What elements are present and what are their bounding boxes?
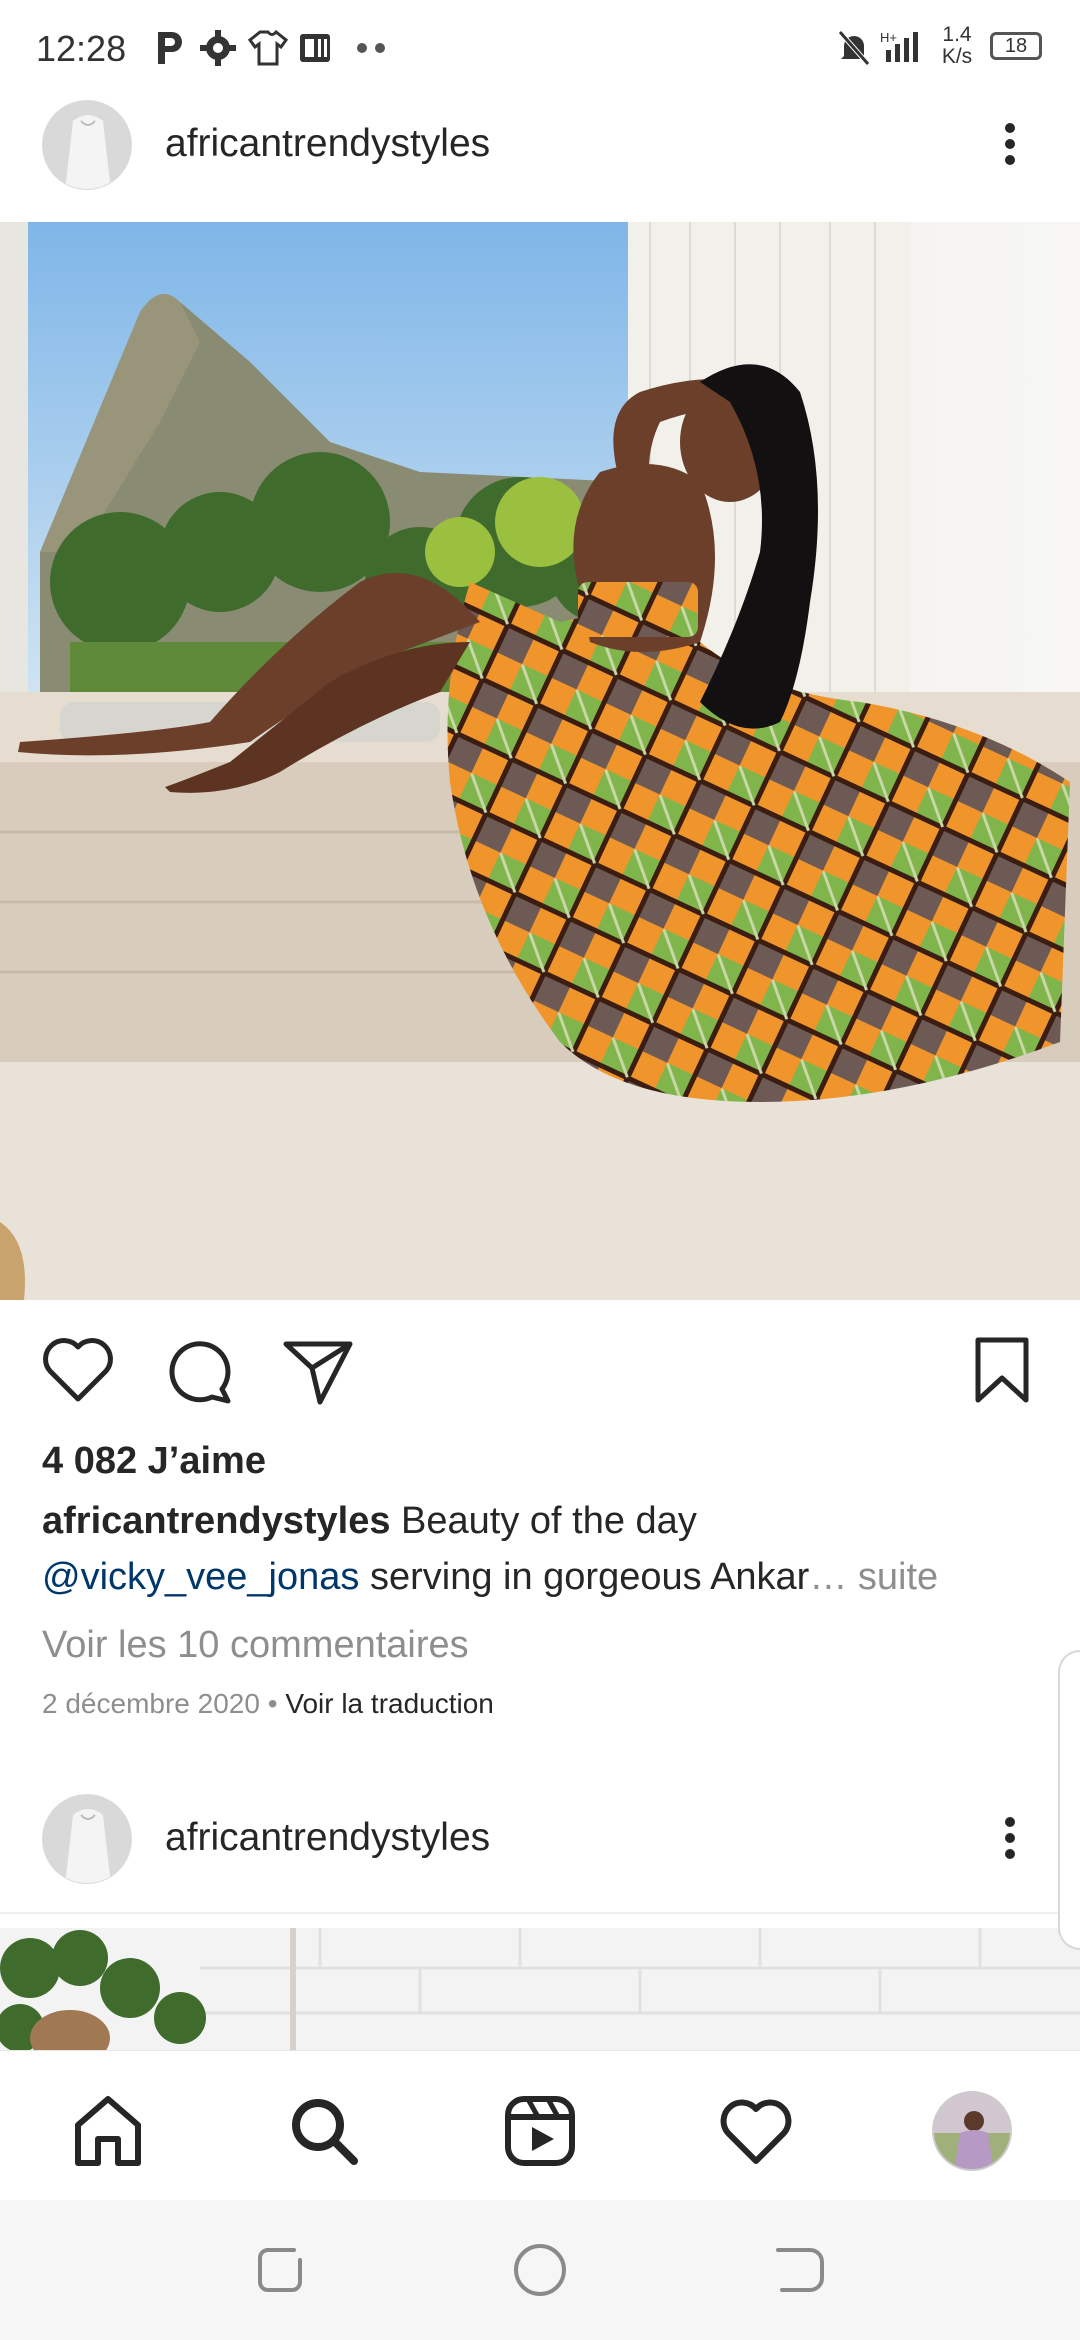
dots-icon [357, 43, 385, 53]
caption-username[interactable]: africantrendystyles [42, 1500, 391, 1542]
heart-icon[interactable] [716, 2091, 796, 2171]
reels-icon[interactable] [500, 2091, 580, 2171]
post-meta: 2 décembre 2020 • Voir la traduction [42, 1688, 494, 1720]
status-time: 12:28 [36, 28, 127, 69]
post-divider [0, 1912, 1080, 1914]
post-username[interactable]: africantrendystyles [165, 122, 490, 166]
system-nav-bar [0, 2200, 1080, 2340]
more-options-icon[interactable] [990, 118, 1030, 178]
avatar[interactable] [42, 100, 132, 190]
meta-separator: • [259, 1688, 286, 1719]
next-post-username[interactable]: africantrendystyles [165, 1816, 490, 1860]
battery-icon: 18 [990, 32, 1042, 60]
bottom-nav [0, 2050, 1080, 2200]
network-speed: 1.4 K/s [934, 24, 980, 68]
home-icon[interactable] [68, 2091, 148, 2171]
battery-level: 18 [1004, 35, 1028, 57]
bookmark-icon[interactable] [970, 1334, 1034, 1406]
post-photo[interactable] [0, 222, 1080, 1300]
avatar[interactable] [42, 1794, 132, 1884]
share-send-icon[interactable] [282, 1338, 354, 1406]
bell-muted-icon [838, 30, 870, 66]
recents-button[interactable] [250, 2240, 310, 2300]
caption-ellipsis: … [809, 1556, 848, 1598]
news-icon [300, 34, 330, 62]
caption-continued: @vicky_vee_jonas serving in gorgeous Ank… [42, 1556, 938, 1599]
post-date: 2 décembre 2020 [42, 1688, 260, 1719]
search-icon[interactable] [284, 2091, 364, 2171]
back-button[interactable] [770, 2240, 830, 2300]
caption-rest: serving in gorgeous Ankar [359, 1556, 810, 1598]
network-speed-value: 1.4 [942, 23, 972, 46]
network-speed-unit: K/s [941, 45, 973, 68]
view-comments-link[interactable]: Voir les 10 commentaires [42, 1624, 469, 1667]
caption-text: Beauty of the day [390, 1500, 697, 1542]
more-link[interactable]: suite [847, 1556, 938, 1598]
post-header: africantrendystyles [0, 80, 1080, 210]
translate-link[interactable]: Voir la traduction [285, 1688, 494, 1719]
home-button[interactable] [510, 2240, 570, 2300]
like-count[interactable]: 4 082 J’aime [42, 1440, 266, 1483]
svg-text:H+: H+ [880, 30, 897, 45]
next-post-header: africantrendystyles [0, 1774, 1080, 1904]
gear-icon [200, 30, 236, 66]
comment-icon[interactable] [162, 1335, 234, 1407]
shirt-icon [248, 29, 288, 66]
profile-avatar[interactable] [932, 2091, 1012, 2171]
next-post-photo[interactable] [0, 1928, 1080, 2050]
signal-icon: H+ [880, 30, 918, 62]
like-heart-icon[interactable] [40, 1335, 116, 1405]
more-options-icon[interactable] [990, 1812, 1030, 1872]
caption-mention-link[interactable]: @vicky_vee_jonas [42, 1556, 359, 1598]
parking-icon [158, 32, 182, 64]
caption: africantrendystyles Beauty of the day [42, 1500, 697, 1543]
scroll-handle[interactable] [1058, 1650, 1080, 1950]
